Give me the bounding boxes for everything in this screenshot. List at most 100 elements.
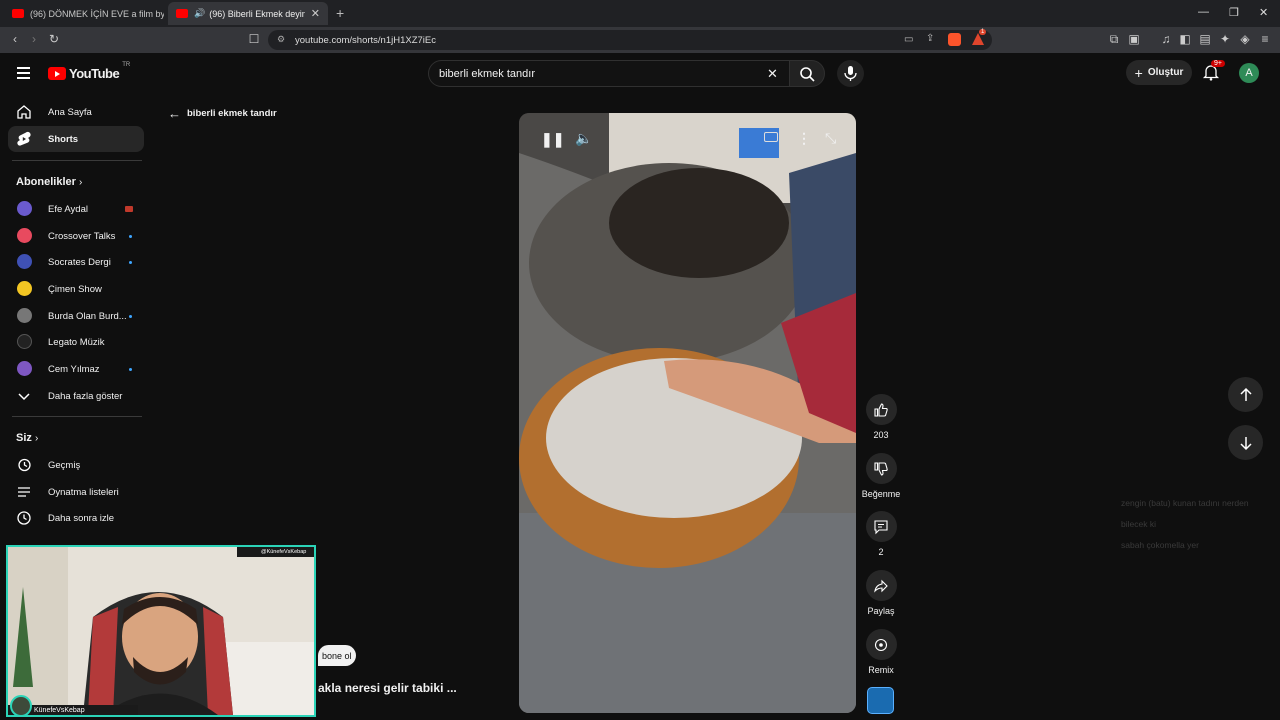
comment-count: 2	[878, 547, 884, 557]
sidebar-subscription[interactable]: Crossover Talks	[8, 223, 144, 249]
brave-shields-icon[interactable]	[948, 33, 961, 46]
avatar	[17, 361, 32, 376]
avatar	[17, 228, 32, 243]
youtube-logo[interactable]: YouTube TR	[48, 62, 130, 81]
show-more-button[interactable]: Daha fazla göster	[8, 383, 144, 409]
subscribe-button[interactable]: bone ol	[318, 645, 356, 666]
region-code: TR	[122, 62, 131, 68]
chevron-right-icon: ›	[78, 177, 83, 188]
search-input[interactable]: biberli ekmek tandır ✕	[428, 60, 790, 87]
browser-tab-active[interactable]: 🔊 (96) Biberli Ekmek deyince ak ✕	[168, 2, 328, 25]
search-icon	[800, 67, 815, 82]
sidebar-subscription[interactable]: Cem Yılmaz	[8, 356, 144, 382]
media-icon[interactable]: ♫	[1159, 32, 1173, 46]
sidebar-subscription[interactable]: Efe Aydal	[8, 196, 144, 222]
webcam-frame	[8, 547, 314, 715]
browser-tab[interactable]: (96) DÖNMEK İÇİN EVE a film by Gar	[4, 2, 164, 25]
streamer-webcam-overlay: @KünefeVsKebap KünefeVsKebap	[6, 545, 316, 717]
back-label: biberli ekmek tandır	[187, 108, 277, 119]
sidebar-item-watch-later[interactable]: Daha sonra izle	[8, 505, 144, 531]
volume-icon[interactable]: 🔈	[575, 130, 592, 147]
crypto-wallet-icon[interactable]: ▤	[1198, 32, 1212, 46]
share-button[interactable]: Paylaş	[860, 570, 902, 616]
remix-label: Remix	[868, 665, 894, 675]
clock-icon	[17, 511, 31, 525]
voice-search-button[interactable]	[837, 60, 864, 87]
sound-thumbnail[interactable]	[867, 687, 894, 714]
extensions-icon[interactable]: ⧉	[1107, 32, 1121, 46]
you-heading[interactable]: Siz ›	[16, 432, 38, 444]
avatar	[17, 308, 32, 323]
dislike-button[interactable]: Beğenme	[858, 453, 904, 499]
next-short-button[interactable]	[1228, 425, 1263, 460]
restore-icon[interactable]: ❐	[1229, 6, 1239, 19]
dislike-label: Beğenme	[861, 489, 901, 499]
remix-button[interactable]: Remix	[865, 629, 897, 675]
forward-icon[interactable]: ›	[27, 32, 41, 46]
new-tab-icon[interactable]: +	[336, 5, 344, 21]
playlist-icon	[18, 487, 30, 497]
microphone-icon	[844, 66, 857, 81]
like-button[interactable]: 203	[865, 394, 897, 440]
search-button[interactable]	[789, 60, 825, 87]
sidebar-item-label: Oynatma listeleri	[48, 486, 119, 498]
sidebar-subscription[interactable]: Çimen Show	[8, 276, 144, 302]
notification-badge: 9+	[1211, 60, 1225, 67]
address-bar[interactable]: ⚙ youtube.com/shorts/n1jH1XZ7iEc ▭ ⇪ 1	[268, 29, 992, 50]
youtube-header: YouTube TR biberli ekmek tandır ✕ + Oluş…	[0, 53, 1280, 93]
youtube-favicon-icon	[12, 9, 24, 18]
chevron-down-icon	[18, 393, 30, 401]
sidebar-subscription[interactable]: Burda Olan Burd...	[8, 303, 144, 329]
sidebar-item-playlists[interactable]: Oynatma listeleri	[8, 479, 144, 505]
notifications-button[interactable]: 9+	[1202, 60, 1225, 86]
bookmark-icon[interactable]: ☐	[247, 32, 261, 46]
close-tab-icon[interactable]: ✕	[305, 7, 320, 20]
sidebar-item-home[interactable]: Ana Sayfa	[8, 99, 144, 125]
sidebar-subscription[interactable]: Legato Müzik	[8, 329, 144, 355]
cast-icon[interactable]: ▭	[904, 34, 913, 45]
wallet-icon[interactable]: ▣	[1127, 32, 1141, 46]
captions-icon[interactable]	[764, 132, 778, 142]
hamburger-menu-icon[interactable]	[17, 67, 30, 79]
subscriptions-heading[interactable]: Abonelikler ›	[16, 176, 82, 188]
menu-icon[interactable]: ≡	[1258, 32, 1272, 46]
share-icon[interactable]: ⇪	[926, 33, 934, 44]
chevron-right-icon: ›	[34, 433, 39, 444]
close-window-icon[interactable]: ✕	[1259, 6, 1268, 19]
short-title[interactable]: akla neresi gelir tabiki ...	[318, 681, 457, 695]
avatar	[17, 254, 32, 269]
browser-toolbar: ‹ › ↻ ☐ ⚙ youtube.com/shorts/n1jH1XZ7iEc…	[0, 27, 1280, 53]
streamer-avatar	[10, 695, 32, 715]
logo-text: YouTube	[69, 66, 120, 81]
reload-icon[interactable]: ↻	[47, 32, 61, 46]
back-to-search-link[interactable]: ← biberli ekmek tandır	[168, 106, 277, 121]
sidebar-item-label: Efe Aydal	[48, 203, 88, 215]
create-button[interactable]: + Oluştur	[1126, 60, 1192, 85]
sidebar-subscription[interactable]: Socrates Dergi	[8, 249, 144, 275]
tab-title: (96) Biberli Ekmek deyince ak	[209, 8, 305, 19]
sidebar-item-shorts[interactable]: Shorts	[8, 126, 144, 152]
sidebar-item-label: Cem Yılmaz	[48, 363, 100, 375]
stream-comment-overlay: zengin (batu) kunan tadını nerden bilece…	[1121, 493, 1276, 556]
back-icon[interactable]: ‹	[8, 32, 22, 46]
sidebar-toggle-icon[interactable]: ◧	[1178, 32, 1192, 46]
plus-icon: +	[1134, 64, 1143, 81]
minimize-icon[interactable]: —	[1198, 6, 1209, 18]
more-options-icon[interactable]: ⋮	[797, 130, 811, 147]
pause-icon[interactable]: ❚❚	[541, 131, 564, 148]
sidebar-item-history[interactable]: Geçmiş	[8, 452, 144, 478]
new-content-dot	[129, 368, 132, 371]
shorts-video-player[interactable]: ❚❚ 🔈 ⋮ ⤡	[519, 113, 856, 713]
clear-search-icon[interactable]: ✕	[767, 66, 778, 82]
previous-short-button[interactable]	[1228, 377, 1263, 412]
back-arrow-icon: ←	[168, 106, 181, 121]
comments-button[interactable]: 2	[865, 511, 897, 557]
create-label: Oluştur	[1147, 67, 1184, 78]
home-icon	[17, 105, 31, 119]
leo-ai-icon[interactable]: ✦	[1218, 32, 1232, 46]
thumbs-up-icon	[874, 402, 888, 417]
vpn-icon[interactable]: ◈	[1238, 32, 1252, 46]
collapse-icon[interactable]: ⤡	[825, 130, 836, 147]
site-info-icon[interactable]: ⚙	[277, 34, 285, 45]
account-avatar[interactable]: A	[1239, 63, 1259, 83]
